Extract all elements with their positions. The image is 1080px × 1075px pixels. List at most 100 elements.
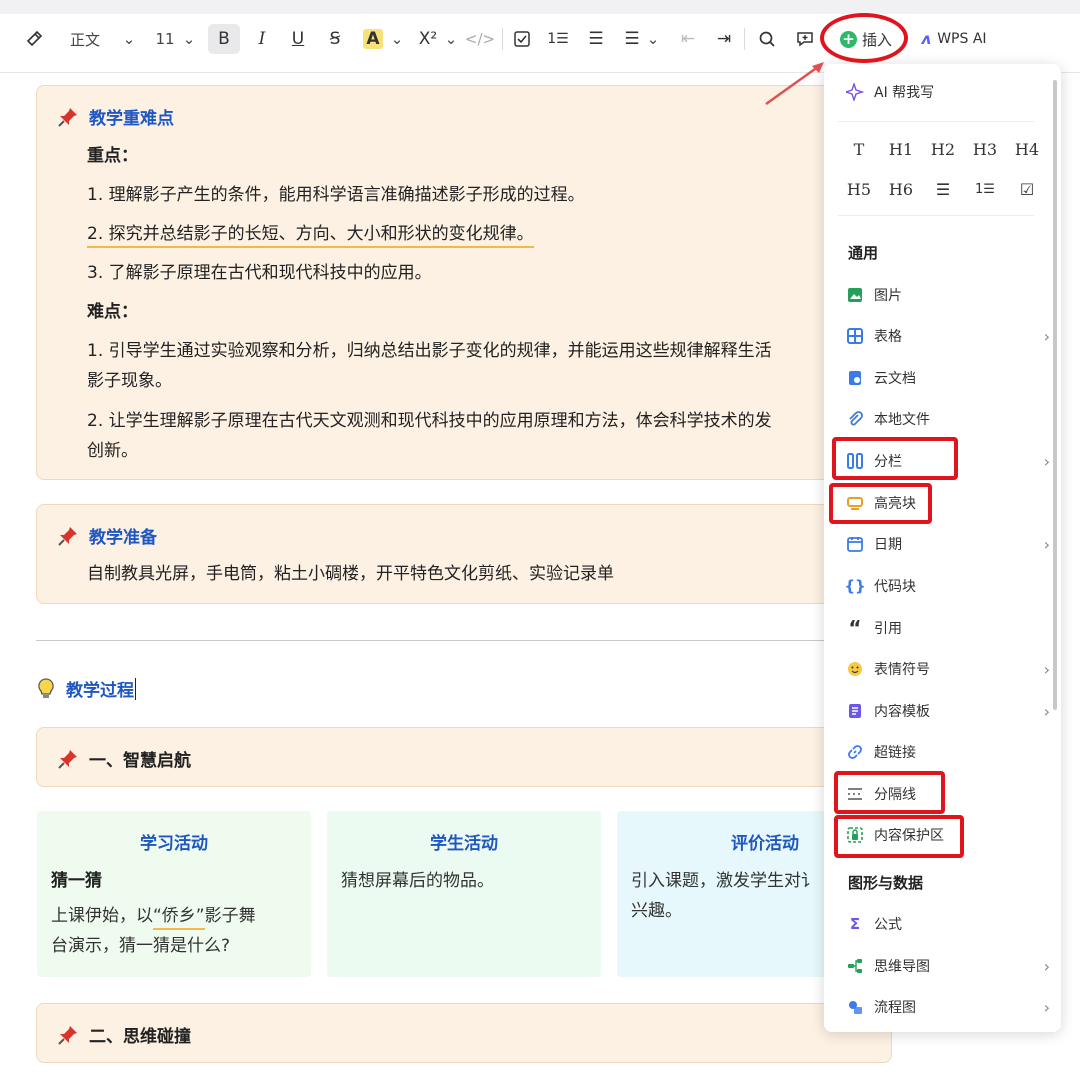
- card-text: 引入课题，激发学生对讠: [631, 871, 818, 891]
- toolbar-divider: [502, 28, 503, 50]
- card-student-activity[interactable]: 学生活动 猜想屏幕后的物品。: [327, 811, 601, 977]
- section-title-text: 教学过程: [66, 681, 134, 701]
- bullet-list-button[interactable]: ☰: [922, 176, 964, 202]
- difficulty-point-2-cont: 创新。: [87, 441, 138, 461]
- menu-item-label: 流程图: [874, 1000, 916, 1016]
- chevron-right-icon: ›: [1043, 956, 1050, 976]
- lightbulb-icon: [38, 677, 54, 698]
- wps-ai-label: WPS AI: [937, 31, 987, 47]
- callout-step-2[interactable]: 二、思维碰撞: [36, 1003, 892, 1063]
- font-size-select[interactable]: 11: [154, 24, 176, 54]
- step-title-text: 二、思维碰撞: [89, 1027, 191, 1047]
- text-cursor: [135, 677, 136, 700]
- menu-item-label: 引用: [874, 621, 902, 637]
- heading2-button[interactable]: H2: [922, 136, 964, 162]
- italic-button[interactable]: I: [250, 24, 274, 54]
- wps-ai-button[interactable]: ʌ WPS AI: [914, 24, 994, 54]
- menu-item-emoji[interactable]: 表情符号 ›: [846, 655, 1050, 683]
- attachment-icon: [846, 410, 864, 428]
- formula-icon: Σ: [849, 915, 861, 933]
- heading1-button[interactable]: H1: [880, 136, 922, 162]
- card-heading: 学习活动: [140, 834, 208, 854]
- indent-icon[interactable]: ⇥: [712, 24, 736, 54]
- menu-item-quote[interactable]: “ 引用: [846, 614, 1042, 642]
- menu-item-formula[interactable]: Σ 公式: [846, 910, 1042, 938]
- key-point-3: 3. 了解影子原理在古代和现代科技中的应用。: [87, 263, 432, 283]
- callout-teaching-prep[interactable]: 教学准备 自制教具光屏，手电筒，粘土小碉楼，开平特色文化剪纸、实验记录单: [36, 504, 892, 604]
- mindmap-icon: [846, 957, 864, 975]
- highlight-button[interactable]: A: [360, 24, 386, 54]
- chevron-down-icon[interactable]: ⌄: [646, 24, 660, 54]
- difficulty-label: 难点：: [87, 302, 138, 322]
- pushpin-icon: [58, 107, 77, 127]
- menu-item-image[interactable]: 图片: [846, 281, 1042, 309]
- menu-item-mindmap[interactable]: 思维导图 ›: [846, 952, 1050, 980]
- ordered-list-button[interactable]: 1☰: [964, 176, 1006, 202]
- key-label: 重点：: [87, 146, 138, 166]
- menu-scrollbar[interactable]: [1053, 80, 1057, 710]
- card-learning-activity[interactable]: 学习活动 猜一猜 上课伊始，以“侨乡”影子舞 台演示，猜一猜是什么?: [37, 811, 311, 977]
- step-title: 二、思维碰撞: [57, 1022, 191, 1047]
- annotation-circle: [820, 13, 908, 63]
- superscript-button[interactable]: X²: [414, 24, 442, 54]
- strikethrough-button[interactable]: Ꞩ: [322, 24, 348, 54]
- section-title-process[interactable]: 教学过程: [36, 676, 136, 701]
- outdent-icon[interactable]: ⇤: [676, 24, 700, 54]
- card-heading: 评价活动: [731, 834, 799, 854]
- menu-item-label: 表情符号: [874, 662, 930, 678]
- heading5-button[interactable]: H5: [838, 176, 880, 202]
- menu-item-local-file[interactable]: 本地文件: [846, 405, 1042, 433]
- chevron-down-icon[interactable]: ⌄: [182, 24, 196, 54]
- menu-item-cloud-doc[interactable]: 云文档: [846, 364, 1042, 392]
- quote-icon: “: [848, 616, 862, 640]
- annotation-box-protect-area: [834, 815, 964, 858]
- todo-list-button[interactable]: ☑: [1006, 176, 1048, 202]
- toolbar-divider: [744, 28, 745, 50]
- annotation-box-divider: [834, 771, 945, 814]
- chevron-down-icon[interactable]: ⌄: [444, 24, 458, 54]
- cloud-doc-icon: [846, 369, 864, 387]
- pushpin-icon: [58, 1025, 77, 1045]
- bullet-list-icon[interactable]: ☰: [584, 24, 608, 54]
- callout-teaching-focus[interactable]: 教学重难点 重点： 1. 理解影子产生的条件，能用科学语言准确描述影子形成的过程…: [36, 85, 892, 480]
- template-icon: [846, 702, 864, 720]
- divider-line: [36, 640, 856, 641]
- align-icon[interactable]: ☰: [620, 24, 644, 54]
- inline-code-button[interactable]: </>: [465, 24, 495, 54]
- table-icon: [846, 327, 864, 345]
- search-icon[interactable]: [754, 24, 780, 54]
- menu-item-date[interactable]: 日期 ›: [846, 530, 1050, 558]
- heading3-button[interactable]: H3: [964, 136, 1006, 162]
- format-painter-icon[interactable]: [22, 24, 46, 54]
- ordered-list-icon[interactable]: 1☰: [546, 24, 570, 54]
- menu-item-template[interactable]: 内容模板 ›: [846, 697, 1050, 725]
- menu-item-table[interactable]: 表格 ›: [846, 322, 1050, 350]
- checkbox-icon[interactable]: [510, 24, 534, 54]
- comment-icon[interactable]: [792, 24, 818, 54]
- style-select[interactable]: 正文: [68, 24, 102, 54]
- menu-item-flowchart[interactable]: 流程图 ›: [846, 993, 1050, 1021]
- menu-item-code-block[interactable]: {} 代码块: [844, 572, 1042, 600]
- callout-step-1[interactable]: 一、智慧启航: [36, 727, 892, 787]
- heading4-button[interactable]: H4: [1006, 136, 1048, 162]
- format-grid: T H1 H2 H3 H4 H5 H6 ☰ 1☰ ☑: [838, 136, 1048, 202]
- card-subheading: 猜一猜: [51, 871, 102, 891]
- text-format-button[interactable]: T: [838, 136, 880, 162]
- step-title-text: 一、智慧启航: [89, 751, 191, 771]
- callout-title: 教学重难点: [57, 104, 174, 129]
- bold-button[interactable]: B: [208, 24, 240, 54]
- heading6-button[interactable]: H6: [880, 176, 922, 202]
- chevron-down-icon[interactable]: ⌄: [122, 24, 136, 54]
- menu-divider: [838, 121, 1034, 122]
- image-icon: [846, 286, 864, 304]
- card-heading: 学生活动: [430, 834, 498, 854]
- editor-toolbar: 正文 ⌄ 11 ⌄ B I U Ꞩ A ⌄ X² ⌄ </> 1☰ ☰ ☰ ⌄ …: [0, 0, 1080, 73]
- menu-item-label: 思维导图: [874, 959, 930, 975]
- callout-title: 教学准备: [57, 523, 157, 548]
- card-text-part: 台演示，猜一猜是什么?: [51, 936, 231, 956]
- chevron-down-icon[interactable]: ⌄: [390, 24, 404, 54]
- menu-item-ai-write[interactable]: AI 帮我写: [846, 82, 934, 102]
- card-evaluation-activity[interactable]: 评价活动 引入课题，激发学生对讠 兴趣。: [617, 811, 827, 977]
- underline-button[interactable]: U: [286, 24, 310, 54]
- menu-item-hyperlink[interactable]: 超链接: [846, 738, 1042, 766]
